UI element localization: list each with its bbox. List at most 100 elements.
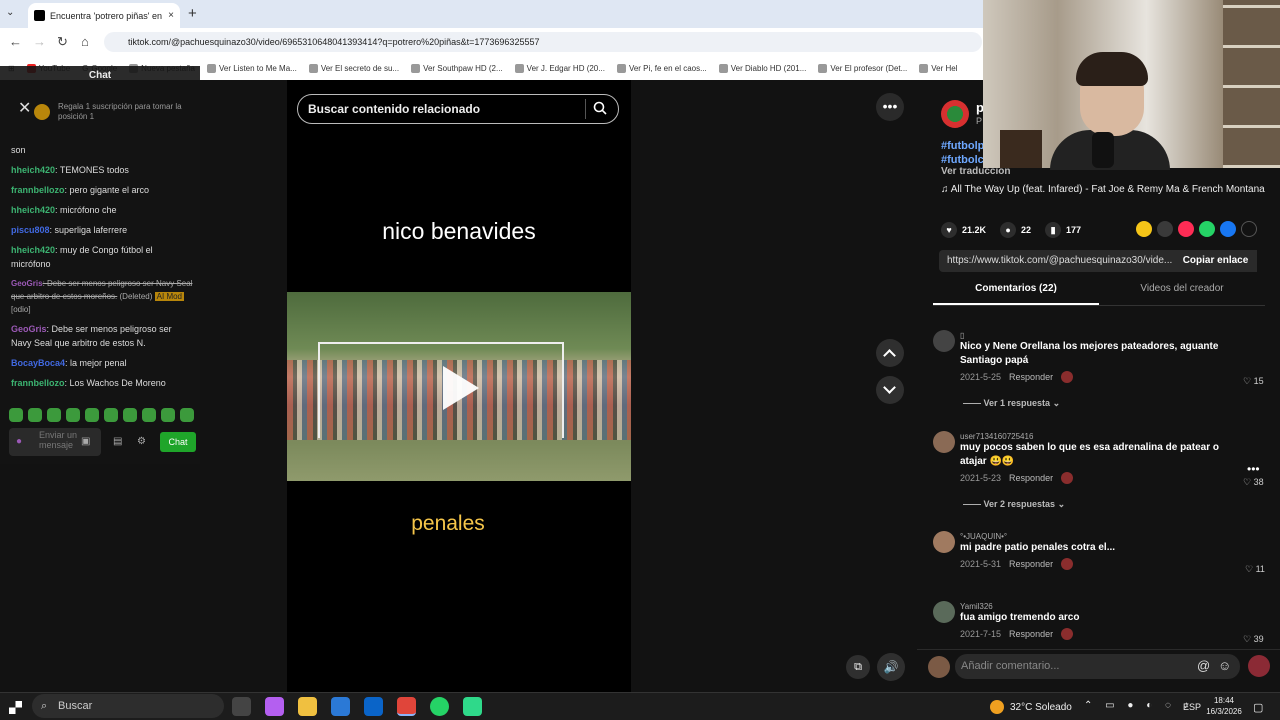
file-explorer-icon[interactable] bbox=[298, 697, 317, 716]
streaming-app-icon[interactable] bbox=[463, 697, 482, 716]
page-icon bbox=[308, 63, 318, 73]
emote-icon[interactable] bbox=[123, 408, 137, 422]
outlook-icon[interactable] bbox=[364, 697, 383, 716]
new-tab-button[interactable]: + bbox=[188, 5, 197, 22]
emote-picker-icon[interactable]: ▣ bbox=[81, 436, 90, 447]
miniplayer-icon[interactable]: ⧉ bbox=[846, 655, 870, 679]
hashtag-link[interactable]: #futbolp bbox=[941, 139, 984, 153]
commenter-avatar[interactable] bbox=[933, 601, 955, 623]
volume-icon[interactable]: 🔊 bbox=[877, 653, 905, 681]
browser-tab[interactable]: Encuentra 'potrero piñas' en Ti × bbox=[28, 3, 180, 28]
page-icon bbox=[616, 63, 626, 73]
emote-icon[interactable] bbox=[47, 408, 61, 422]
system-tray-icons[interactable]: ⌃ ▭ ● ◐ ◌ ♪ bbox=[1084, 700, 1194, 711]
copy-link-button[interactable]: Copiar enlace bbox=[1174, 250, 1257, 272]
emote-icon[interactable] bbox=[104, 408, 118, 422]
comment-username[interactable]: user7134160725416 bbox=[960, 432, 1220, 441]
bookmark-item[interactable]: Ver Diablo HD (201... bbox=[718, 63, 806, 73]
chrome-icon[interactable] bbox=[397, 697, 416, 716]
tab-close-icon[interactable]: × bbox=[168, 10, 174, 21]
emote-icon[interactable] bbox=[9, 408, 23, 422]
bookmark-item[interactable]: Ver El profesor (Det... bbox=[818, 63, 907, 73]
comment-like-button[interactable]: ♡ 39 bbox=[1243, 634, 1264, 642]
forward-icon[interactable]: → bbox=[33, 34, 46, 49]
whatsapp-icon[interactable] bbox=[430, 697, 449, 716]
related-search-input[interactable]: Buscar contenido relacionado bbox=[297, 94, 619, 124]
home-icon[interactable]: ⌂ bbox=[81, 34, 89, 49]
heart-icon: ♥ bbox=[941, 222, 957, 238]
emote-icon[interactable] bbox=[28, 408, 42, 422]
share-arrow-icon[interactable] bbox=[1241, 221, 1257, 237]
mention-icon[interactable]: @ bbox=[1197, 658, 1210, 673]
bookmark-item[interactable]: Ver Pi, fe en el caos... bbox=[616, 63, 707, 73]
microphone-icon[interactable]: ● bbox=[16, 436, 22, 447]
comment-more-icon[interactable]: ••• bbox=[1247, 462, 1260, 476]
bookmark-item[interactable]: Ver Southpaw HD (2... bbox=[411, 63, 503, 73]
emote-icon[interactable] bbox=[142, 408, 156, 422]
store-icon[interactable] bbox=[331, 697, 350, 716]
tab-creator-videos[interactable]: Videos del creador bbox=[1099, 283, 1265, 305]
my-avatar[interactable] bbox=[928, 656, 950, 678]
copilot-icon[interactable] bbox=[265, 697, 284, 716]
clock[interactable]: 18:44 16/3/2026 bbox=[1202, 695, 1246, 717]
save-button[interactable]: ▮ 177 bbox=[1045, 222, 1081, 238]
comment-username[interactable]: °•JUAQUIN•° bbox=[960, 532, 1250, 541]
comment-button[interactable]: ● 22 bbox=[1000, 222, 1031, 238]
emote-icon[interactable] bbox=[66, 408, 80, 422]
reply-button[interactable]: Responder bbox=[1009, 559, 1053, 569]
tab-comments[interactable]: Comentarios (22) bbox=[933, 283, 1099, 305]
post-comment-button[interactable] bbox=[1248, 655, 1270, 677]
commenter-avatar[interactable] bbox=[933, 531, 955, 553]
bookmark-item[interactable]: Ver Listen to Me Ma... bbox=[207, 63, 297, 73]
commenter-avatar[interactable] bbox=[933, 330, 955, 352]
view-replies-button[interactable]: —— Ver 2 respuestas ⌄ bbox=[963, 499, 1065, 510]
coin-share-icon[interactable] bbox=[1136, 221, 1152, 237]
emote-icon[interactable] bbox=[85, 408, 99, 422]
language-indicator[interactable]: ESP bbox=[1183, 702, 1201, 712]
reply-button[interactable]: Responder bbox=[1009, 629, 1053, 639]
previous-video-button[interactable] bbox=[876, 339, 904, 367]
weather-widget[interactable]: 32°C Soleado bbox=[990, 700, 1072, 714]
gear-icon[interactable]: ⚙ bbox=[137, 436, 146, 447]
comment-username[interactable]: ▯ bbox=[960, 331, 1250, 340]
facebook-icon[interactable] bbox=[1220, 221, 1236, 237]
bookmark-item[interactable]: Ver J. Edgar HD (20... bbox=[514, 63, 605, 73]
comment-username[interactable]: Yamil326 bbox=[960, 602, 1250, 611]
store-icon[interactable]: ▤ bbox=[113, 436, 122, 447]
more-options-button[interactable]: ••• bbox=[876, 93, 904, 121]
url-field[interactable]: tiktok.com/@pachuesquinazo30/video/69653… bbox=[104, 32, 982, 52]
comment-like-button[interactable]: ♡ 15 bbox=[1243, 376, 1264, 387]
tab-search-icon[interactable]: ⌄ bbox=[6, 7, 14, 18]
embed-icon[interactable] bbox=[1157, 221, 1173, 237]
comment-like-button[interactable]: ♡ 11 bbox=[1245, 564, 1265, 575]
reply-button[interactable]: Responder bbox=[1009, 372, 1053, 382]
music-link[interactable]: ♫ All The Way Up (feat. Infared) - Fat J… bbox=[941, 184, 1265, 195]
like-button[interactable]: ♥ 21.2K bbox=[941, 222, 986, 238]
commenter-avatar[interactable] bbox=[933, 431, 955, 453]
comment-item: °•JUAQUIN•° mi padre patio penales cotra… bbox=[960, 532, 1250, 570]
taskbar-search[interactable]: Buscar bbox=[32, 694, 224, 718]
reload-icon[interactable]: ↻ bbox=[57, 34, 68, 50]
whatsapp-icon[interactable] bbox=[1199, 221, 1215, 237]
notifications-icon[interactable]: ▢ bbox=[1253, 701, 1263, 714]
creator-avatar[interactable] bbox=[941, 100, 969, 128]
chat-send-button[interactable]: Chat bbox=[160, 432, 196, 452]
search-icon[interactable] bbox=[593, 101, 607, 115]
bookmark-item[interactable]: Ver El secreto de su... bbox=[308, 63, 399, 73]
close-icon[interactable]: ✕ bbox=[18, 98, 31, 118]
play-icon[interactable] bbox=[443, 366, 479, 410]
hashtag-link[interactable]: #futbolc bbox=[941, 153, 984, 167]
windows-start-icon[interactable] bbox=[9, 701, 22, 714]
emoji-icon[interactable]: ☺ bbox=[1218, 658, 1231, 673]
reply-button[interactable]: Responder bbox=[1009, 473, 1053, 483]
emote-icon[interactable] bbox=[161, 408, 175, 422]
next-video-button[interactable] bbox=[876, 376, 904, 404]
task-view-icon[interactable] bbox=[232, 697, 251, 716]
send-to-friends-icon[interactable] bbox=[1178, 221, 1194, 237]
back-icon[interactable]: ← bbox=[9, 34, 22, 49]
view-replies-button[interactable]: —— Ver 1 respuesta ⌄ bbox=[963, 398, 1060, 409]
comment-like-button[interactable]: ♡ 38 bbox=[1243, 477, 1264, 488]
bookmark-item[interactable]: Ver Hel bbox=[919, 63, 958, 73]
emote-icon[interactable] bbox=[180, 408, 194, 422]
tiktok-favicon-icon bbox=[34, 10, 45, 21]
